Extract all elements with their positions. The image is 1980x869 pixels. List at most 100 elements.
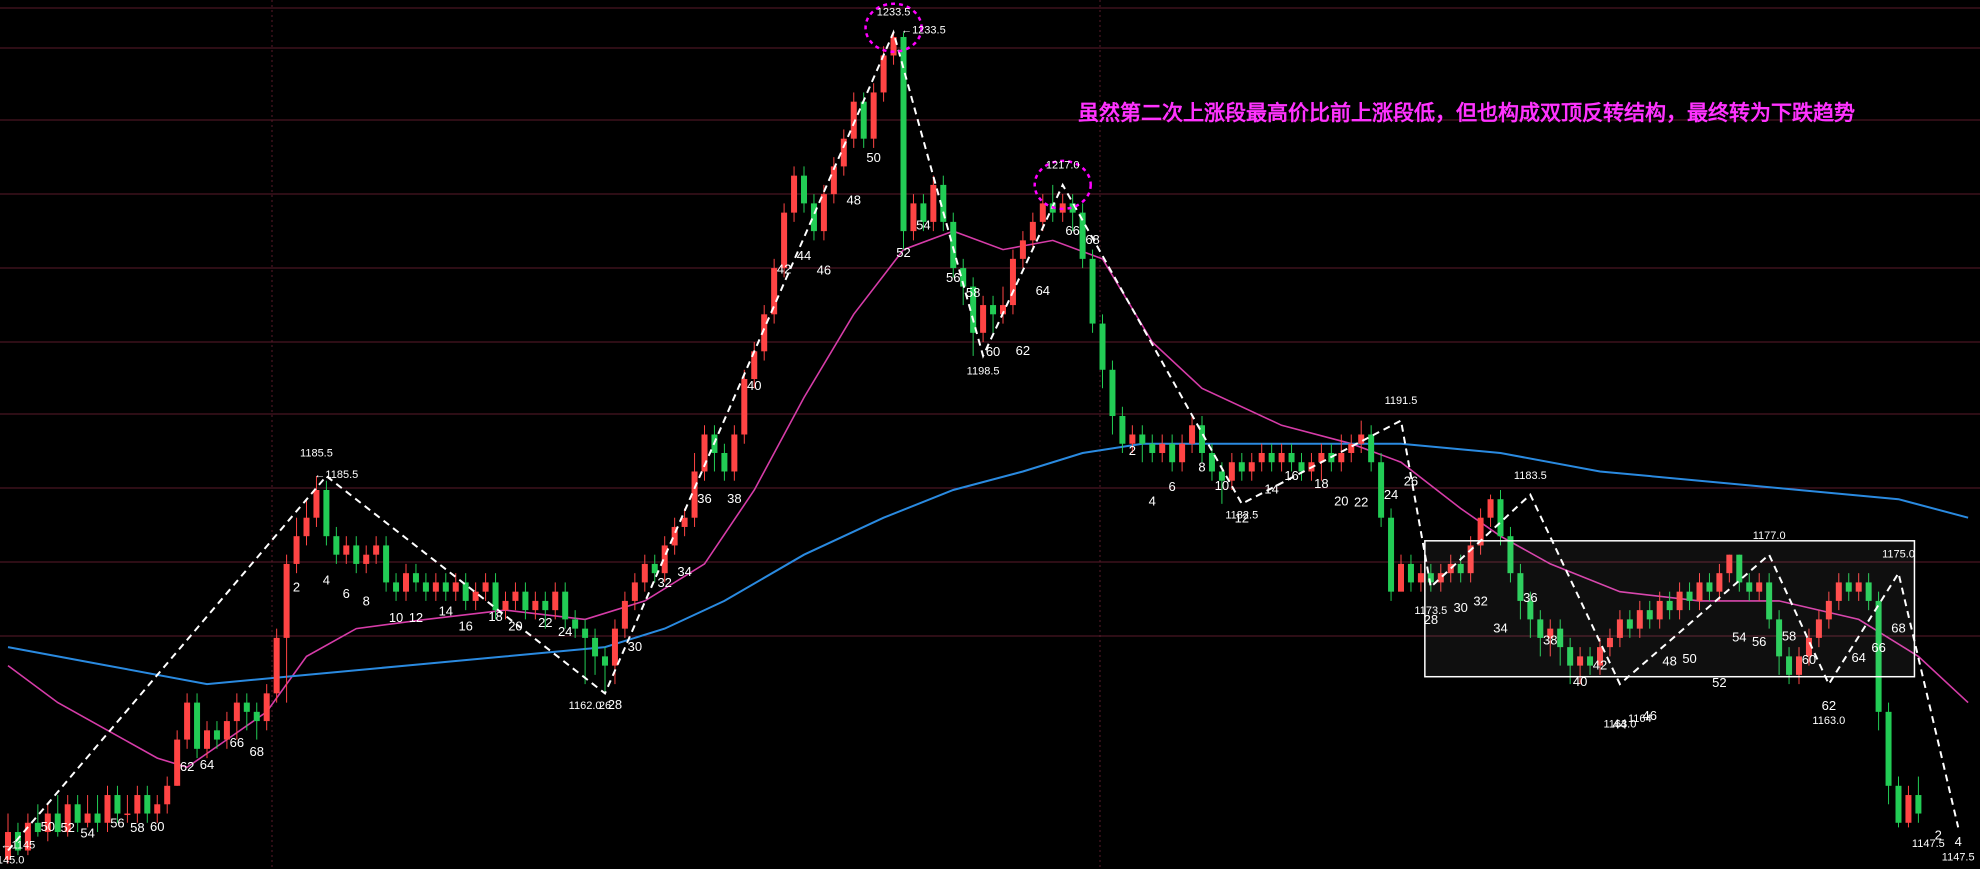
candle-body (452, 582, 459, 592)
price-label: 1191.5 (1385, 395, 1418, 407)
bar-number-label: 58 (966, 285, 980, 300)
candle-body (1189, 425, 1196, 444)
candle-body (253, 711, 260, 722)
bar-number-label: 68 (1085, 232, 1099, 247)
candle-body (492, 582, 499, 611)
candle-body (621, 600, 628, 629)
bar-number-label: 2 (1129, 443, 1136, 458)
candle-body (1885, 711, 1892, 786)
bar-number-label: 66 (230, 735, 244, 750)
candle-body (721, 452, 728, 472)
candle-body (472, 591, 479, 601)
bar-number-label: 64 (200, 757, 214, 772)
bar-number-label: 4 (1955, 834, 1962, 849)
bar-number-label: 20 (1334, 494, 1348, 509)
candle-body (552, 591, 559, 611)
candle-body (154, 804, 161, 814)
bar-number-label: 34 (677, 564, 691, 579)
candle-body (164, 785, 171, 805)
candle-body (1179, 443, 1186, 463)
candle-body (412, 573, 419, 583)
bar-number-label: 28 (1424, 612, 1438, 627)
price-label: 1183.5 (1514, 470, 1547, 482)
candle-body (781, 212, 788, 269)
candle-body (1009, 258, 1016, 306)
price-label: 1185.5 (300, 448, 333, 460)
candle-body (1268, 452, 1275, 463)
bar-number-label: 18 (488, 609, 502, 624)
bar-number-label: 50 (866, 150, 880, 165)
bar-number-label: 10 (1215, 478, 1229, 493)
candle-body (1019, 240, 1026, 259)
bar-number-label: 32 (1473, 594, 1487, 609)
bar-number-label: 48 (1662, 654, 1676, 669)
bar-number-label: 36 (697, 491, 711, 506)
candle-body (562, 591, 569, 620)
bar-number-label: 14 (439, 604, 453, 619)
candle-body (383, 545, 390, 583)
candle-body (651, 563, 658, 574)
candle-body (432, 582, 439, 592)
bar-number-label: 8 (363, 594, 370, 609)
candle-body (233, 702, 240, 722)
bar-number-label: 6 (1169, 479, 1176, 494)
candle-body (1407, 563, 1414, 583)
candle-body (641, 563, 648, 583)
candle-body (582, 628, 589, 638)
candle-body (84, 813, 91, 823)
price-label: ←1233.5 (901, 24, 946, 36)
candle-body (1288, 452, 1295, 463)
bar-number-label: 8 (1198, 459, 1205, 474)
candle-body (134, 795, 141, 814)
candle-body (512, 591, 519, 601)
candle-body (572, 619, 579, 629)
bar-number-label: 58 (130, 820, 144, 835)
candle-body (990, 305, 997, 315)
candle-body (1905, 795, 1912, 823)
candle-body (263, 693, 270, 722)
bar-number-label: 30 (1453, 600, 1467, 615)
candle-body (592, 637, 599, 657)
bar-number-label: 20 (508, 618, 522, 633)
candle-body (830, 166, 837, 195)
bar-number-label: 46 (1643, 708, 1657, 723)
candle-body (462, 582, 469, 601)
candle-body (1368, 434, 1375, 463)
candle-body (1338, 452, 1345, 463)
candle-body (363, 554, 370, 564)
candle-body (1109, 369, 1116, 417)
bar-number-label: 34 (1493, 620, 1507, 635)
candle-body (522, 591, 529, 611)
candle-body (194, 702, 201, 749)
price-label: ←1145 (1, 840, 36, 852)
candle-body (1039, 203, 1046, 222)
candle-body (801, 175, 807, 204)
bar-number-label: 6 (343, 586, 350, 601)
candle-body (1417, 573, 1424, 583)
candle-body (880, 55, 887, 93)
bar-number-label: 62 (1016, 343, 1030, 358)
price-label: 1162.0 (569, 700, 602, 712)
bar-number-label: 44 (1613, 716, 1627, 731)
candle-body (791, 175, 798, 213)
bar-number-label: 66 (1065, 223, 1079, 238)
bar-number-label: 68 (1891, 620, 1905, 635)
chart-grid (0, 0, 1980, 869)
candle-body (1099, 323, 1106, 370)
candle-body (602, 656, 608, 666)
bar-number-label: 68 (250, 744, 264, 759)
bar-number-label: 50 (1682, 651, 1696, 666)
bar-number-label: 60 (1802, 652, 1816, 667)
candle-body (1248, 462, 1255, 472)
candlesticks (5, 32, 1922, 864)
candle-body (860, 101, 867, 139)
chart-annotation: 虽然第二次上涨段最高价比前上涨段低，但也构成双顶反转结构，最终转为下跌趋势 (1078, 101, 1855, 125)
candle-body (502, 600, 509, 611)
candle-body (542, 600, 549, 611)
bar-number-label: 12 (1235, 510, 1249, 525)
candle-body (482, 582, 489, 592)
candle-body (1298, 462, 1305, 472)
candle-body (1388, 517, 1395, 592)
bar-number-label: 22 (1354, 495, 1368, 510)
candle-body (1228, 462, 1235, 481)
